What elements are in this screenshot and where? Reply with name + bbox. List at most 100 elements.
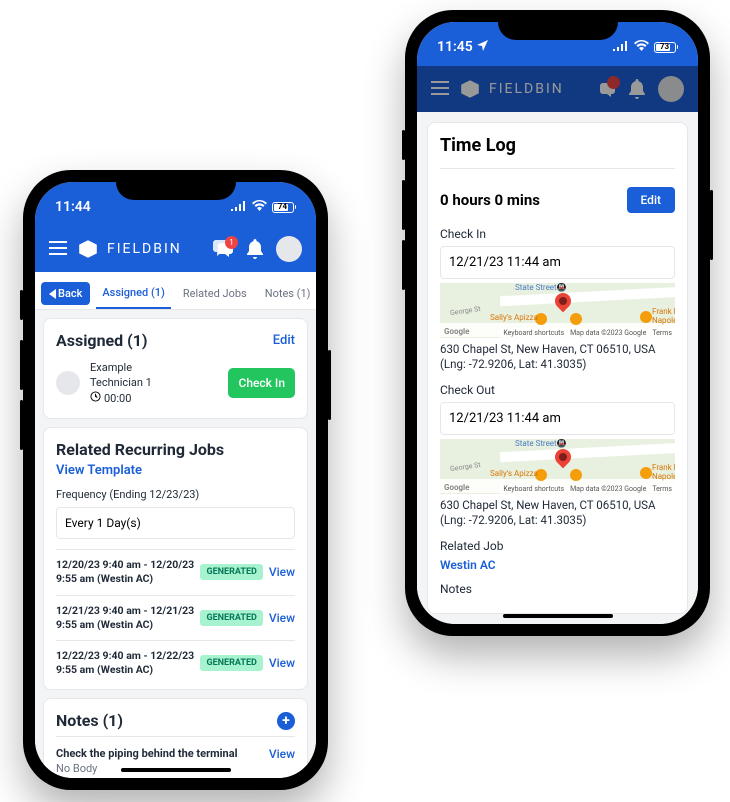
checkout-label: Check Out [440, 383, 675, 397]
avatar[interactable] [276, 236, 302, 262]
frequency-label: Frequency (Ending 12/23/23) [56, 488, 295, 501]
volume-switch [20, 290, 23, 320]
avatar[interactable] [658, 76, 684, 102]
poi-icon [570, 313, 582, 325]
job-row: 12/22/23 9:40 am - 12/22/23 9:55 am (Wes… [56, 640, 295, 685]
recurring-title: Related Recurring Jobs [56, 440, 295, 459]
related-job-link[interactable]: Westin AC [440, 558, 675, 572]
clock-icon [90, 391, 101, 406]
timelog-title: Time Log [440, 135, 675, 169]
bell-icon[interactable] [626, 78, 648, 100]
tab-assigned[interactable]: Assigned (1) [96, 278, 171, 309]
checkin-field[interactable]: 12/21/23 11:44 am [440, 246, 675, 279]
checkout-address: 630 Chapel St, New Haven, CT 06510, USA … [440, 498, 675, 529]
volume-switch [402, 130, 405, 160]
phone-mockup-left: 11:44 74 FIELDBIN [23, 170, 328, 790]
timelog-card: Time Log 0 hours 0 mins Edit Check In 12… [427, 122, 688, 614]
view-job-link[interactable]: View [269, 565, 295, 579]
frequency-value: Every 1 Day(s) [56, 507, 295, 539]
poi-label: Frank Pepe Napoletana [652, 463, 675, 481]
technician-avatar [56, 371, 80, 395]
notification-badge [607, 76, 620, 89]
brand-logo-icon [77, 238, 99, 260]
notes-card: Notes (1) + Check the piping behind the … [43, 698, 308, 778]
view-template-link[interactable]: View Template [56, 463, 295, 478]
map-attribution: Keyboard shortcuts Map data ©2023 Google… [500, 328, 675, 338]
related-job-label: Related Job [440, 539, 675, 553]
poi-icon [640, 467, 652, 479]
google-logo: Google [444, 483, 470, 492]
notification-badge: 1 [225, 236, 238, 249]
power-button [710, 190, 713, 260]
brand: FIELDBIN [77, 238, 182, 260]
notes-label: Notes [440, 582, 675, 596]
poi-label: Frank Pepe Napoletana [652, 307, 675, 325]
back-button[interactable]: Back [41, 282, 90, 305]
wifi-icon [252, 199, 267, 215]
chat-icon[interactable] [594, 78, 616, 100]
technician-info: Example Technician 1 00:00 [90, 360, 218, 406]
poi-icon [570, 469, 582, 481]
content-area: Assigned (1) Edit Example Technician 1 0… [35, 310, 316, 778]
street-label: State Street🚇 [515, 283, 567, 292]
checkin-address: 630 Chapel St, New Haven, CT 06510, USA … [440, 342, 675, 373]
street-label: George St [450, 461, 481, 473]
recurring-card: Related Recurring Jobs View Template Fre… [43, 427, 308, 690]
brand-text: FIELDBIN [489, 81, 564, 97]
signal-icon [613, 39, 629, 55]
notes-title: Notes (1) [56, 711, 123, 730]
phone-notch [116, 170, 236, 200]
poi-label: Sally's Apizza [490, 469, 538, 478]
edit-button[interactable]: Edit [627, 187, 675, 213]
generated-badge: GENERATED [200, 564, 262, 580]
poi-icon [640, 311, 652, 323]
brand: FIELDBIN [459, 78, 564, 100]
volume-up [20, 340, 23, 390]
brand-logo-icon [459, 78, 481, 100]
add-note-button[interactable]: + [277, 712, 295, 730]
menu-icon[interactable] [431, 80, 449, 99]
view-note-link[interactable]: View [269, 747, 295, 761]
assigned-card: Assigned (1) Edit Example Technician 1 0… [43, 318, 308, 419]
tabs-row: Back Assigned (1) Related Jobs Notes (1)… [35, 272, 316, 310]
home-indicator[interactable] [121, 768, 231, 772]
signal-icon [231, 199, 247, 215]
google-logo: Google [444, 327, 470, 336]
app-header: FIELDBIN [417, 66, 698, 112]
edit-link[interactable]: Edit [273, 333, 295, 348]
generated-badge: GENERATED [200, 610, 262, 626]
street-label: State Street🚇 [515, 439, 567, 448]
location-icon [477, 39, 488, 55]
power-button [328, 350, 331, 420]
checkout-field[interactable]: 12/21/23 11:44 am [440, 402, 675, 435]
home-indicator[interactable] [503, 614, 613, 618]
battery-icon: 74 [272, 202, 297, 213]
view-job-link[interactable]: View [269, 656, 295, 670]
volume-down [20, 400, 23, 450]
tab-related[interactable]: Related Jobs [177, 279, 253, 308]
volume-up [402, 180, 405, 230]
checkin-map[interactable]: State Street🚇 George St Fair St Sally's … [440, 283, 675, 338]
job-row: 12/21/23 9:40 am - 12/21/23 9:55 am (Wes… [56, 595, 295, 640]
tab-notes[interactable]: Notes (1) [259, 279, 316, 308]
bell-icon[interactable] [244, 238, 266, 260]
battery-icon: 73 [654, 42, 679, 53]
status-time: 11:44 [55, 199, 91, 215]
poi-label: Sally's Apizza [490, 313, 538, 322]
wifi-icon [634, 39, 649, 55]
status-time: 11:45 [437, 39, 473, 55]
chat-icon[interactable]: 1 [212, 238, 234, 260]
checkin-label: Check In [440, 227, 675, 241]
assigned-title: Assigned (1) [56, 331, 148, 350]
menu-icon[interactable] [49, 240, 67, 259]
phone-notch [498, 10, 618, 40]
checkin-button[interactable]: Check In [228, 368, 295, 398]
timelog-content: Time Log 0 hours 0 mins Edit Check In 12… [417, 112, 698, 624]
job-row: 12/20/23 9:40 am - 12/20/23 9:55 am (Wes… [56, 549, 295, 594]
checkout-map[interactable]: State Street🚇 George St Fair St Sally's … [440, 439, 675, 494]
view-job-link[interactable]: View [269, 611, 295, 625]
street-label: George St [450, 305, 481, 317]
phone-mockup-right: 11:45 73 [405, 10, 710, 636]
map-attribution: Keyboard shortcuts Map data ©2023 Google… [500, 484, 675, 494]
duration-text: 0 hours 0 mins [440, 191, 540, 209]
